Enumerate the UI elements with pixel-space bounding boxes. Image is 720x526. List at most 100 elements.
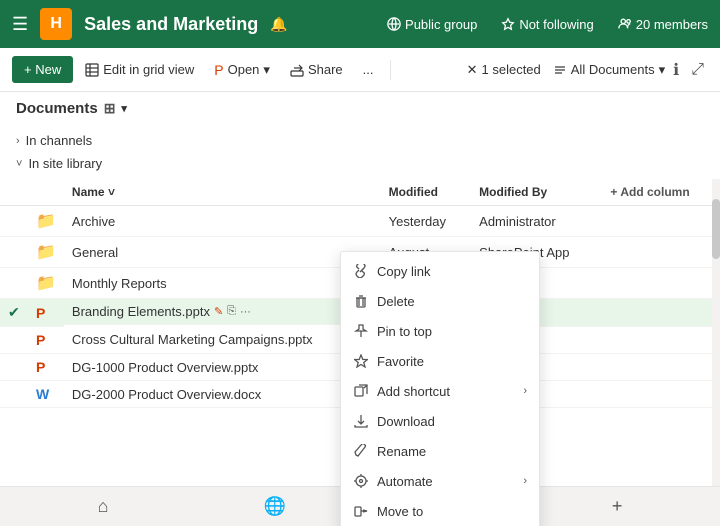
favorite-icon (353, 353, 369, 369)
copy-link-label: Copy link (377, 264, 430, 279)
tree-item-channels[interactable]: › In channels (16, 129, 704, 152)
file-modified-by: Administrator (471, 206, 602, 237)
members[interactable]: 20 members (618, 17, 708, 32)
members-label: 20 members (636, 17, 708, 32)
logo-letter: H (50, 15, 62, 33)
top-nav: ☰ H Sales and Marketing 🔔 Public group N… (0, 0, 720, 48)
col-modified-by[interactable]: Modified By (471, 179, 602, 206)
close-selected-icon[interactable]: ✕ (467, 62, 478, 78)
tree-item-site-library[interactable]: ˅ In site library (16, 152, 704, 175)
menu-item-download[interactable]: Download (341, 406, 539, 436)
download-icon (353, 413, 369, 429)
file-modified: Yesterday (381, 206, 472, 237)
edit-grid-label: Edit in grid view (103, 62, 194, 77)
open-chevron: ▾ (263, 62, 270, 78)
file-name[interactable]: Cross Cultural Marketing Campaigns.pptx (64, 327, 381, 354)
add-shortcut-arrow: › (523, 385, 527, 397)
menu-item-add-shortcut[interactable]: Add shortcut › (341, 376, 539, 406)
plus-icon[interactable]: + (612, 496, 623, 517)
delete-icon (353, 293, 369, 309)
folder-icon: 📁 (36, 275, 56, 292)
file-name[interactable]: Archive (64, 206, 381, 237)
menu-item-rename[interactable]: Rename (341, 436, 539, 466)
not-following[interactable]: Not following (501, 17, 593, 32)
share-button[interactable]: Share (282, 56, 351, 83)
menu-item-pin[interactable]: Pin to top (341, 316, 539, 346)
pptx-icon: P (36, 332, 45, 348)
expand-button[interactable]: ⤢ (687, 57, 708, 83)
site-library-chevron: ˅ (16, 158, 22, 170)
view-chevron[interactable]: ▾ (121, 102, 127, 115)
file-list-area: Name ˅ Modified Modified By + Add column… (0, 179, 720, 526)
menu-item-delete[interactable]: Delete (341, 286, 539, 316)
menu-item-automate[interactable]: Automate › (341, 466, 539, 496)
channels-label: In channels (26, 133, 93, 148)
download-label: Download (377, 414, 435, 429)
automate-arrow: › (523, 475, 527, 487)
more-file-icon[interactable]: ··· (240, 306, 251, 318)
view-options-icon[interactable]: ⊞ (104, 100, 116, 117)
table-row[interactable]: 📁 Archive Yesterday Administrator (0, 206, 720, 237)
new-button[interactable]: + New (12, 56, 73, 83)
tree-nav: › In channels ˅ In site library (0, 125, 720, 179)
menu-item-favorite[interactable]: Favorite (341, 346, 539, 376)
pptx-icon: P (36, 305, 45, 321)
public-group-label: Public group (405, 17, 477, 32)
edit-status-icon: ✎ (214, 305, 223, 318)
pin-label: Pin to top (377, 324, 432, 339)
col-name[interactable]: Name ˅ (64, 179, 381, 206)
file-action-icon: ⎘ (227, 305, 236, 318)
all-docs-dropdown[interactable]: All Documents ▾ (553, 62, 665, 78)
public-group[interactable]: Public group (387, 17, 477, 32)
scrollbar-thumb[interactable] (712, 199, 720, 259)
app-logo: H (40, 8, 72, 40)
globe-icon[interactable]: 🌐 (264, 496, 286, 517)
file-name[interactable]: DG-2000 Product Overview.docx (64, 381, 381, 408)
selected-count: 1 selected (482, 62, 541, 77)
col-icon (28, 179, 64, 206)
add-shortcut-label: Add shortcut (377, 384, 450, 399)
copy-link-icon (353, 263, 369, 279)
delete-label: Delete (377, 294, 415, 309)
scrollbar-vertical[interactable] (712, 179, 720, 526)
all-docs-label: All Documents (571, 62, 655, 77)
more-button[interactable]: ... (355, 56, 382, 83)
open-label: Open (228, 62, 260, 77)
rename-label: Rename (377, 444, 426, 459)
powerpoint-icon: P (214, 62, 223, 78)
hamburger-icon[interactable]: ☰ (12, 14, 28, 35)
home-icon[interactable]: ⌂ (98, 496, 109, 517)
menu-item-move-to[interactable]: Move to (341, 496, 539, 526)
menu-item-copy-link[interactable]: Copy link (341, 256, 539, 286)
file-name[interactable]: DG-1000 Product Overview.pptx (64, 354, 381, 381)
site-title: Sales and Marketing (84, 14, 258, 35)
edit-grid-button[interactable]: Edit in grid view (77, 56, 202, 83)
file-name[interactable]: General (64, 237, 381, 268)
move-to-label: Move to (377, 504, 423, 519)
col-modified[interactable]: Modified (381, 179, 472, 206)
table-header-row: Name ˅ Modified Modified By + Add column (0, 179, 720, 206)
pptx-icon: P (36, 359, 45, 375)
file-name[interactable]: Monthly Reports (64, 268, 381, 299)
site-library-label: In site library (28, 156, 102, 171)
not-following-label: Not following (519, 17, 593, 32)
info-button[interactable]: ℹ (669, 56, 683, 84)
favorite-label: Favorite (377, 354, 424, 369)
col-add[interactable]: + Add column (602, 179, 720, 206)
file-name[interactable]: Branding Elements.pptx ✎ ⎘ ··· (64, 299, 381, 325)
share-label: Share (308, 62, 343, 77)
checked-icon: ✔ (8, 304, 20, 320)
move-to-icon (353, 503, 369, 519)
documents-title: Documents (16, 100, 98, 117)
open-button[interactable]: P Open ▾ (206, 56, 278, 84)
rename-icon (353, 443, 369, 459)
main-content: Documents ⊞ ▾ › In channels ˅ In site li… (0, 92, 720, 526)
add-shortcut-icon (353, 383, 369, 399)
automate-label: Automate (377, 474, 433, 489)
col-check (0, 179, 28, 206)
selected-badge: ✕ 1 selected (467, 62, 541, 78)
pin-icon (353, 323, 369, 339)
channels-chevron: › (16, 135, 20, 147)
automate-icon (353, 473, 369, 489)
docx-icon: W (36, 386, 49, 402)
